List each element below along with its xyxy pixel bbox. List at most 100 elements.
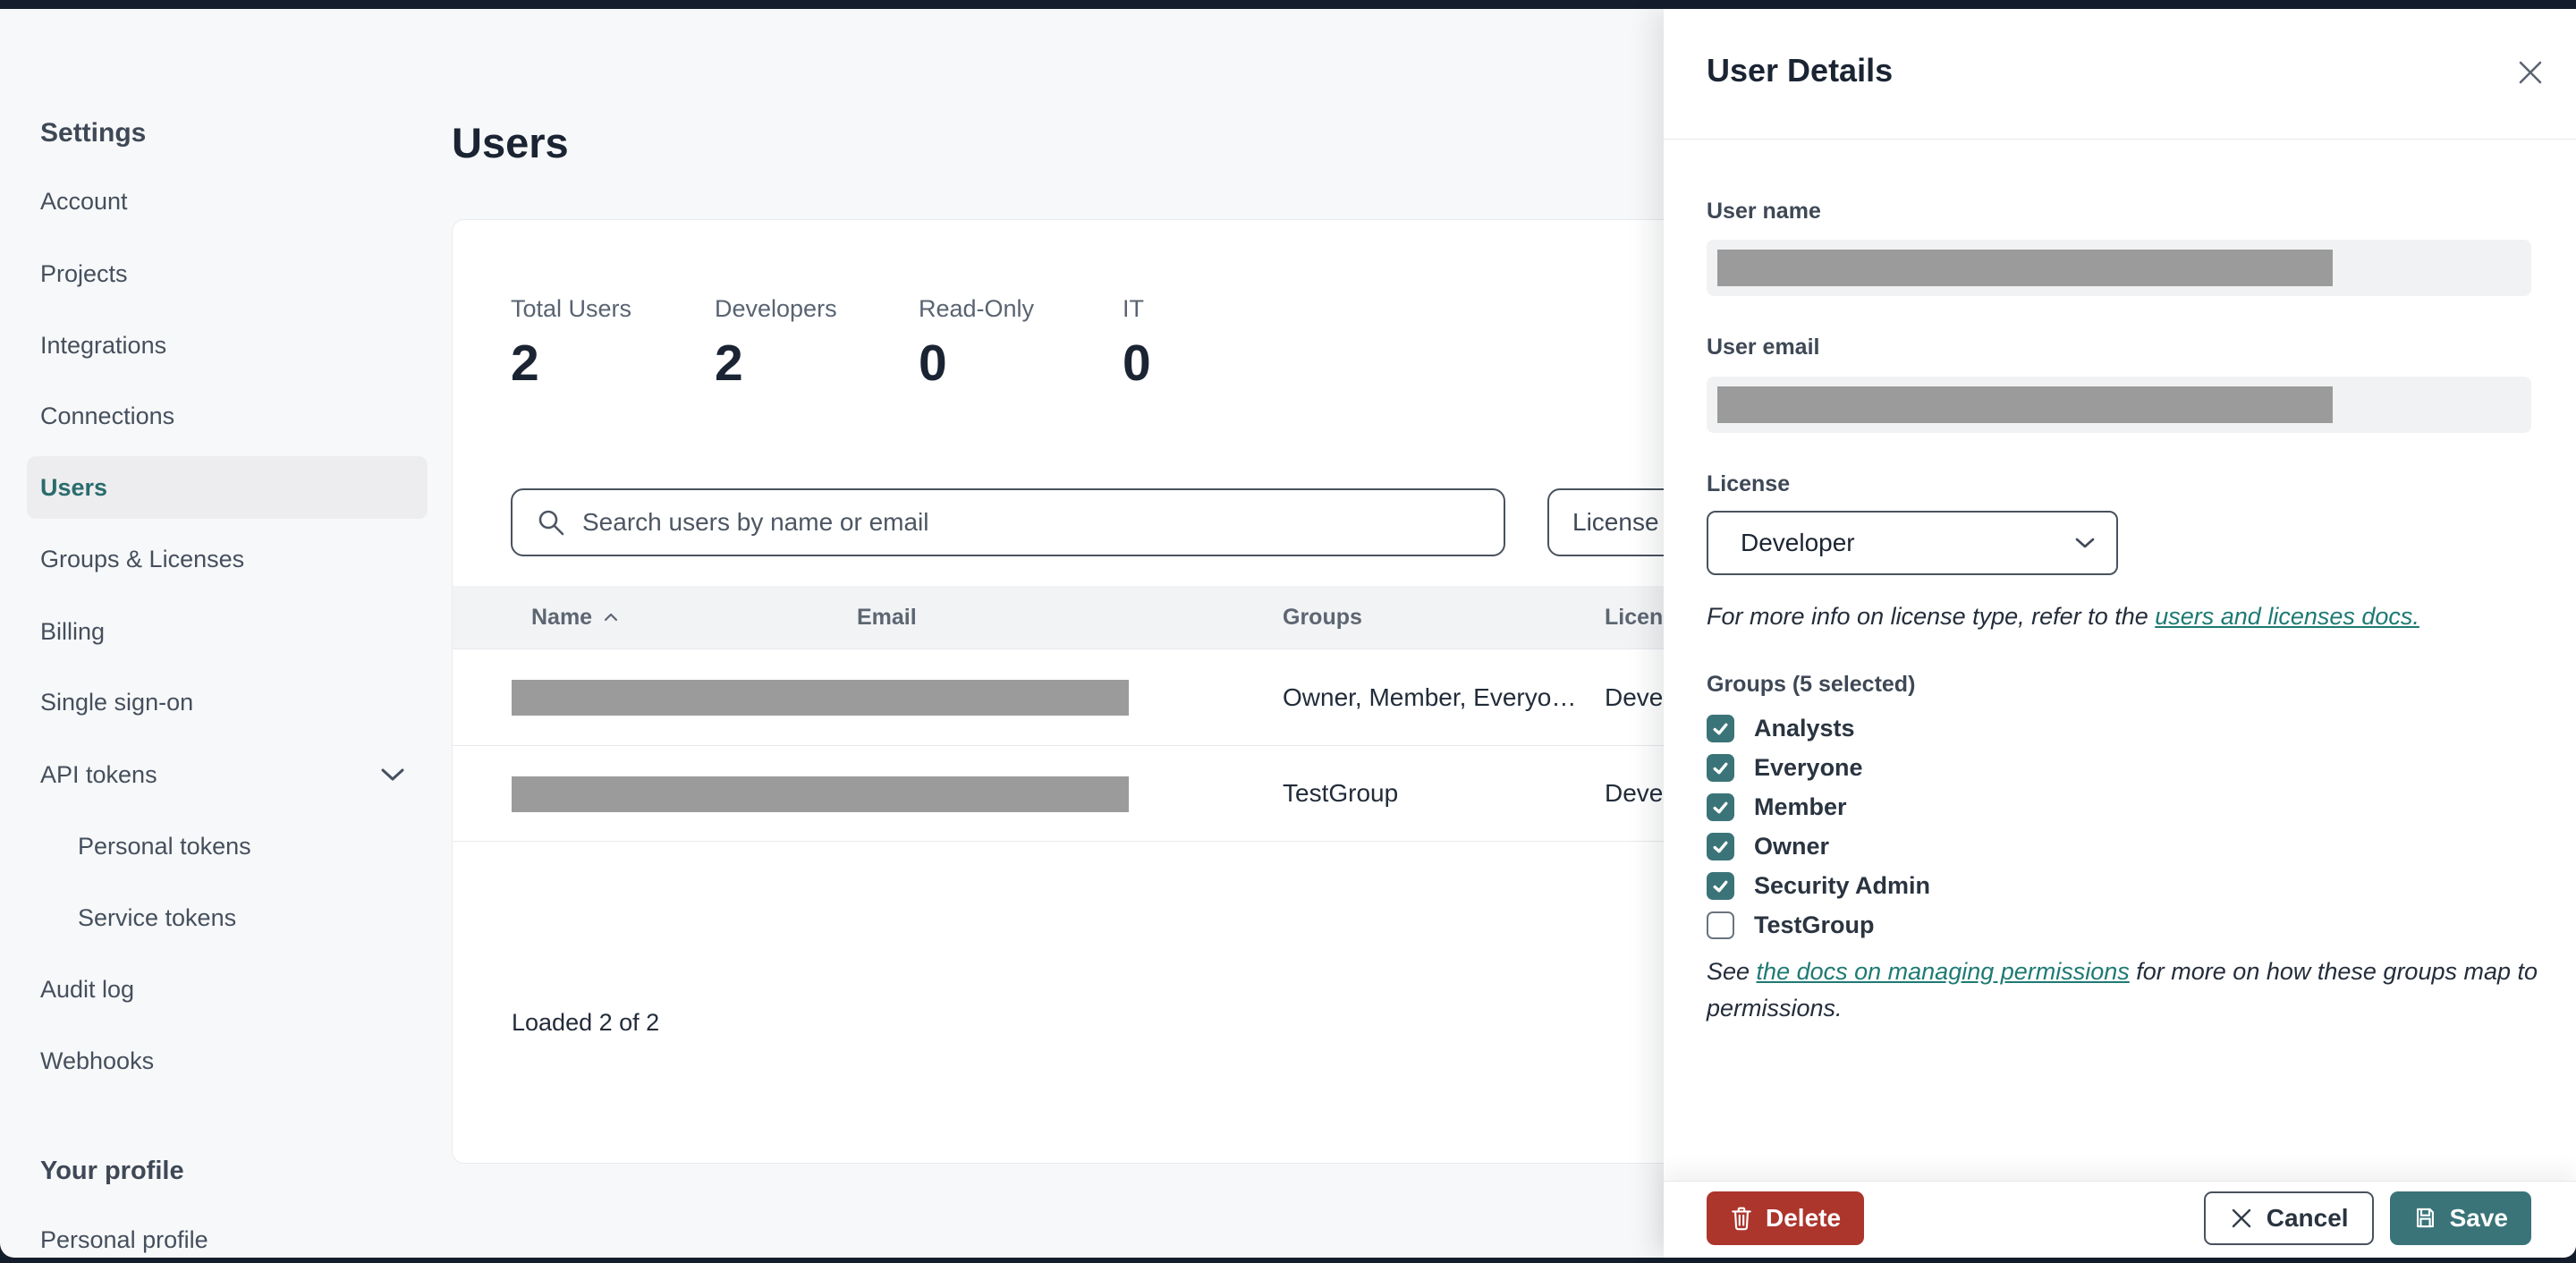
stat-it: IT 0	[1123, 295, 1326, 393]
sidebar-item-groups-licenses[interactable]: Groups & Licenses	[27, 528, 428, 590]
license-select[interactable]: Developer	[1707, 511, 2118, 575]
redacted-user-bar	[512, 680, 1129, 716]
user-name-input[interactable]	[1707, 240, 2531, 296]
redacted-value-bar	[1717, 250, 2333, 286]
checkbox-checked-icon	[1707, 714, 1734, 742]
sidebar-item-label: Users	[40, 473, 108, 501]
group-checkbox-member[interactable]: Member	[1707, 787, 1847, 826]
sidebar-item-label: Single sign-on	[40, 688, 194, 716]
sidebar-item-label: Billing	[40, 617, 106, 645]
license-select-value: Developer	[1741, 529, 1855, 556]
managing-permissions-docs-link[interactable]: the docs on managing permissions	[1757, 958, 2130, 985]
stat-total-users: Total Users 2	[511, 295, 715, 393]
sidebar-item-label: Integrations	[40, 331, 167, 359]
sidebar-item-label: Service tokens	[78, 903, 237, 931]
drawer-header: User Details	[1664, 9, 2576, 140]
group-checkbox-everyone[interactable]: Everyone	[1707, 748, 1863, 787]
checkbox-checked-icon	[1707, 832, 1734, 860]
sidebar-item-single-sign-on[interactable]: Single sign-on	[27, 671, 428, 733]
group-label: Member	[1754, 793, 1847, 820]
delete-button[interactable]: Delete	[1707, 1191, 1865, 1245]
sidebar-item-connections[interactable]: Connections	[27, 385, 428, 447]
sidebar-item-label: Connections	[40, 402, 175, 429]
sidebar-item-users[interactable]: Users	[27, 456, 428, 519]
x-icon	[2229, 1206, 2254, 1231]
column-header-name[interactable]: Name	[531, 586, 619, 648]
user-details-drawer: User Details User name User email Licens…	[1664, 9, 2576, 1258]
close-button[interactable]	[2510, 52, 2551, 93]
sidebar-item-label: Groups & Licenses	[40, 545, 245, 572]
license-note: For more info on license type, refer to …	[1707, 598, 2538, 635]
delete-button-label: Delete	[1766, 1203, 1842, 1232]
cancel-button-label: Cancel	[2266, 1203, 2349, 1232]
stat-label: Total Users	[511, 295, 632, 322]
group-label: Owner	[1754, 832, 1830, 860]
cell-groups: TestGroup	[1283, 779, 1399, 807]
group-checkbox-security-admin[interactable]: Security Admin	[1707, 866, 1930, 905]
sidebar-item-personal-tokens[interactable]: Personal tokens	[27, 815, 428, 877]
column-header-email[interactable]: Email	[857, 586, 917, 648]
checkbox-checked-icon	[1707, 793, 1734, 821]
checkbox-checked-icon	[1707, 871, 1734, 900]
sort-asc-icon	[603, 612, 619, 623]
app-root: Settings Account Projects Integrations C…	[0, 0, 2576, 1263]
group-label: TestGroup	[1754, 911, 1875, 938]
save-button[interactable]: Save	[2389, 1191, 2531, 1245]
license-filter-label: License	[1572, 508, 1659, 536]
sidebar-item-account[interactable]: Account	[27, 170, 428, 233]
stat-value: 2	[715, 335, 743, 392]
sidebar-item-integrations[interactable]: Integrations	[27, 314, 428, 377]
sidebar-section-title: Settings	[40, 118, 147, 148]
sidebar-item-webhooks[interactable]: Webhooks	[27, 1030, 428, 1092]
settings-sidebar: Settings Account Projects Integrations C…	[0, 9, 452, 1258]
group-checkbox-owner[interactable]: Owner	[1707, 826, 1829, 866]
drawer-footer: Delete Cancel Save	[1664, 1181, 2576, 1258]
stat-label: Read-Only	[919, 295, 1035, 322]
group-label: Everyone	[1754, 753, 1863, 781]
table-load-status: Loaded 2 of 2	[512, 1009, 660, 1036]
sidebar-item-label: Projects	[40, 259, 128, 287]
sidebar-item-label: Personal profile	[40, 1225, 208, 1253]
sidebar-item-label: Webhooks	[40, 1047, 155, 1074]
sidebar-item-projects[interactable]: Projects	[27, 242, 428, 305]
column-label: Name	[531, 604, 593, 630]
redacted-value-bar	[1717, 386, 2333, 423]
group-checkbox-analysts[interactable]: Analysts	[1707, 708, 1855, 748]
stat-label: IT	[1123, 295, 1144, 322]
stat-value: 0	[1123, 335, 1151, 392]
user-search-box[interactable]	[511, 488, 1505, 556]
group-checkbox-testgroup[interactable]: TestGroup	[1707, 905, 1875, 945]
sidebar-item-billing[interactable]: Billing	[27, 600, 428, 663]
save-button-label: Save	[2449, 1203, 2508, 1232]
license-note-text: For more info on license type, refer to …	[1707, 603, 2156, 630]
sidebar-item-label: Audit log	[40, 975, 135, 1003]
user-name-label: User name	[1707, 199, 1821, 224]
stat-read-only: Read-Only 0	[919, 295, 1123, 393]
user-email-input[interactable]	[1707, 377, 2531, 433]
permissions-note: See the docs on managing permissions for…	[1707, 954, 2538, 1027]
sidebar-item-label: API tokens	[40, 760, 157, 788]
sidebar-item-api-tokens[interactable]: API tokens	[27, 743, 428, 806]
cancel-button[interactable]: Cancel	[2203, 1191, 2374, 1245]
stat-value: 0	[919, 335, 947, 392]
trash-icon	[1730, 1206, 1753, 1231]
permissions-note-text: See	[1707, 958, 1757, 985]
checkbox-checked-icon	[1707, 753, 1734, 782]
sidebar-item-audit-log[interactable]: Audit log	[27, 958, 428, 1021]
sidebar-item-service-tokens[interactable]: Service tokens	[27, 886, 428, 949]
user-email-label: User email	[1707, 335, 1820, 360]
drawer-title: User Details	[1707, 52, 1894, 89]
group-label: Security Admin	[1754, 871, 1931, 899]
column-header-groups[interactable]: Groups	[1283, 586, 1362, 648]
close-icon	[2514, 56, 2546, 89]
sidebar-item-label: Personal tokens	[78, 832, 251, 860]
page-title: Users	[452, 119, 569, 166]
group-label: Analysts	[1754, 714, 1855, 742]
sidebar-item-personal-profile[interactable]: Personal profile	[27, 1208, 428, 1258]
footer-actions: Cancel Save	[2203, 1191, 2531, 1245]
groups-label: Groups (5 selected)	[1707, 672, 1916, 697]
search-input[interactable]	[582, 508, 1480, 537]
users-licenses-docs-link[interactable]: users and licenses docs.	[2155, 603, 2419, 630]
redacted-user-bar	[512, 776, 1129, 812]
cell-groups: Owner, Member, Everyo…	[1283, 682, 1577, 711]
